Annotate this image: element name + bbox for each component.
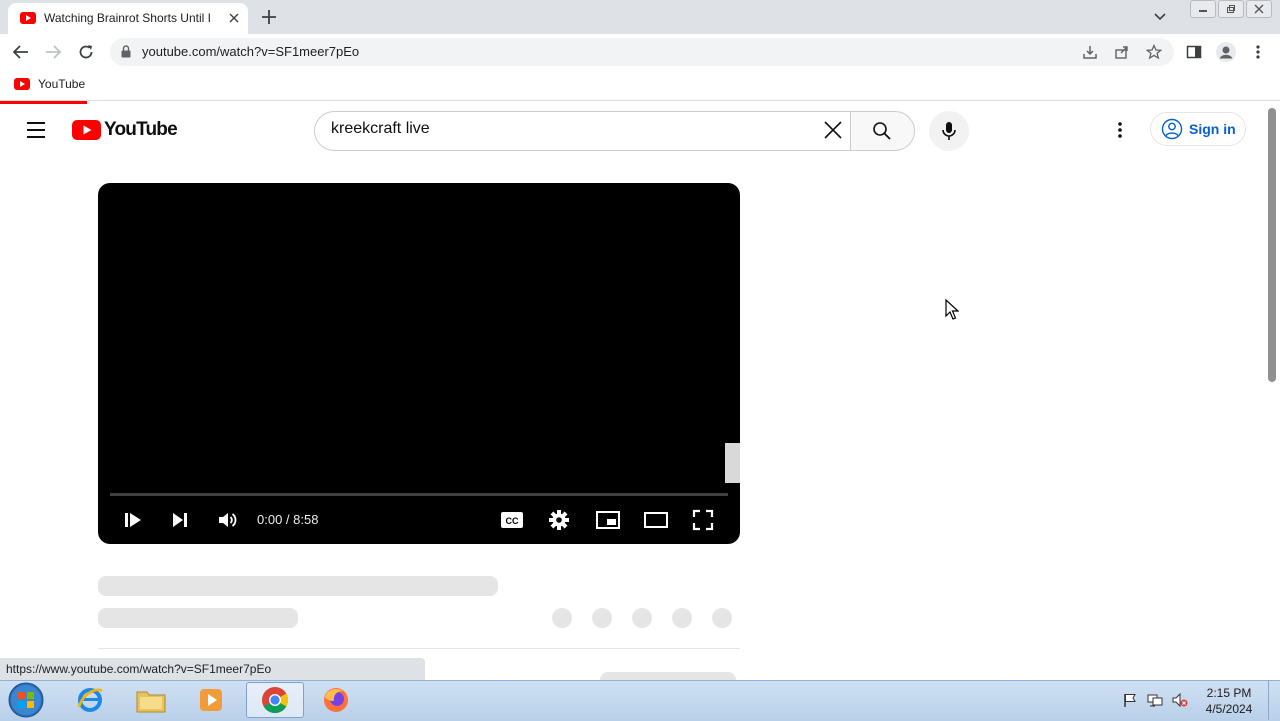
action-skeleton: [632, 608, 652, 628]
volume-muted-icon[interactable]: [1172, 692, 1188, 708]
window-controls: [1190, 0, 1272, 18]
svg-text:CC: CC: [506, 516, 519, 526]
file-explorer-icon[interactable]: [124, 682, 178, 718]
forward-icon[interactable]: [44, 43, 62, 61]
profile-avatar-icon[interactable]: [1216, 42, 1236, 62]
action-skeleton: [592, 608, 612, 628]
mouse-cursor-icon: [945, 299, 959, 321]
settings-more-icon[interactable]: [1112, 120, 1128, 140]
bookmark-star-icon[interactable]: [1146, 44, 1162, 60]
browser-tab[interactable]: Watching Brainrot Shorts Until I: [8, 3, 248, 34]
sign-in-label: Sign in: [1189, 121, 1236, 137]
close-window-button[interactable]: [1246, 0, 1272, 18]
settings-gear-icon[interactable]: [548, 509, 570, 531]
firefox-icon[interactable]: [309, 682, 363, 718]
internet-explorer-icon[interactable]: [63, 682, 117, 718]
account-circle-icon: [1161, 118, 1183, 140]
description-skeleton: [600, 672, 736, 680]
search-button[interactable]: [850, 111, 915, 151]
youtube-logo[interactable]: YouTube: [72, 119, 178, 141]
hamburger-menu-icon[interactable]: [24, 120, 48, 140]
side-panel-icon[interactable]: [1186, 44, 1202, 60]
youtube-logo-text: YouTube: [104, 119, 178, 140]
search-icon: [873, 122, 891, 140]
new-tab-icon[interactable]: [260, 8, 278, 26]
action-skeleton: [552, 608, 572, 628]
tab-close-icon[interactable]: [228, 12, 240, 24]
youtube-favicon-icon: [14, 78, 30, 90]
action-skeleton: [712, 608, 732, 628]
title-skeleton: [98, 576, 498, 596]
channel-skeleton: [98, 608, 298, 628]
volume-icon[interactable]: [216, 509, 238, 531]
clear-search-icon[interactable]: [822, 119, 844, 141]
clock-time: 2:15 PM: [1206, 686, 1252, 700]
play-pause-icon[interactable]: [122, 509, 144, 531]
divider: [98, 648, 740, 649]
tab-title: Watching Brainrot Shorts Until I: [44, 11, 211, 25]
bookmark-youtube[interactable]: YouTube: [14, 77, 85, 91]
microphone-icon: [942, 122, 956, 140]
status-bubble: https://www.youtube.com/watch?v=SF1meer7…: [0, 658, 425, 680]
minimize-button[interactable]: [1190, 0, 1216, 18]
endscreen-tab[interactable]: [725, 443, 740, 483]
youtube-favicon-icon: [20, 12, 36, 24]
network-icon[interactable]: [1147, 692, 1163, 708]
youtube-play-logo-icon: [72, 120, 101, 140]
next-video-icon[interactable]: [169, 509, 191, 531]
taskbar-clock[interactable]: 2:15 PM 4/5/2024: [1196, 685, 1262, 717]
restore-button[interactable]: [1218, 0, 1244, 18]
search-input[interactable]: [331, 120, 811, 138]
media-player-icon[interactable]: [184, 682, 238, 718]
theater-mode-icon[interactable]: [643, 509, 669, 531]
video-time: 0:00 / 8:58: [257, 512, 319, 527]
bookmarks-bar: [0, 70, 1280, 101]
captions-icon[interactable]: CC: [500, 509, 524, 531]
status-url-text: https://www.youtube.com/watch?v=SF1meer7…: [6, 662, 272, 676]
clock-date: 4/5/2024: [1205, 702, 1253, 716]
show-desktop-button[interactable]: [1268, 681, 1280, 720]
bookmark-label: YouTube: [38, 77, 86, 91]
action-skeleton: [672, 608, 692, 628]
sign-in-button[interactable]: Sign in: [1150, 112, 1246, 146]
reload-icon[interactable]: [77, 43, 95, 61]
search-box[interactable]: [314, 111, 851, 151]
start-button-icon[interactable]: [6, 681, 46, 719]
back-icon[interactable]: [12, 43, 30, 61]
miniplayer-icon[interactable]: [595, 509, 621, 531]
share-icon[interactable]: [1114, 44, 1130, 60]
chrome-menu-icon[interactable]: [1252, 44, 1264, 60]
lock-icon[interactable]: [121, 45, 131, 58]
tab-search-chevron-icon[interactable]: [1153, 10, 1167, 24]
fullscreen-icon[interactable]: [692, 509, 714, 531]
install-app-icon[interactable]: [1082, 44, 1098, 60]
address-bar[interactable]: youtube.com/watch?v=SF1meer7pEo: [110, 38, 1174, 66]
action-center-flag-icon[interactable]: [1122, 692, 1138, 708]
scrollbar-thumb[interactable]: [1268, 108, 1276, 382]
url-text: youtube.com/watch?v=SF1meer7pEo: [142, 44, 360, 59]
progress-bar[interactable]: [110, 493, 728, 496]
chrome-taskbar-icon[interactable]: [246, 682, 304, 718]
voice-search-button[interactable]: [929, 111, 969, 151]
video-player[interactable]: 0:00 / 8:58 CC: [98, 183, 740, 544]
